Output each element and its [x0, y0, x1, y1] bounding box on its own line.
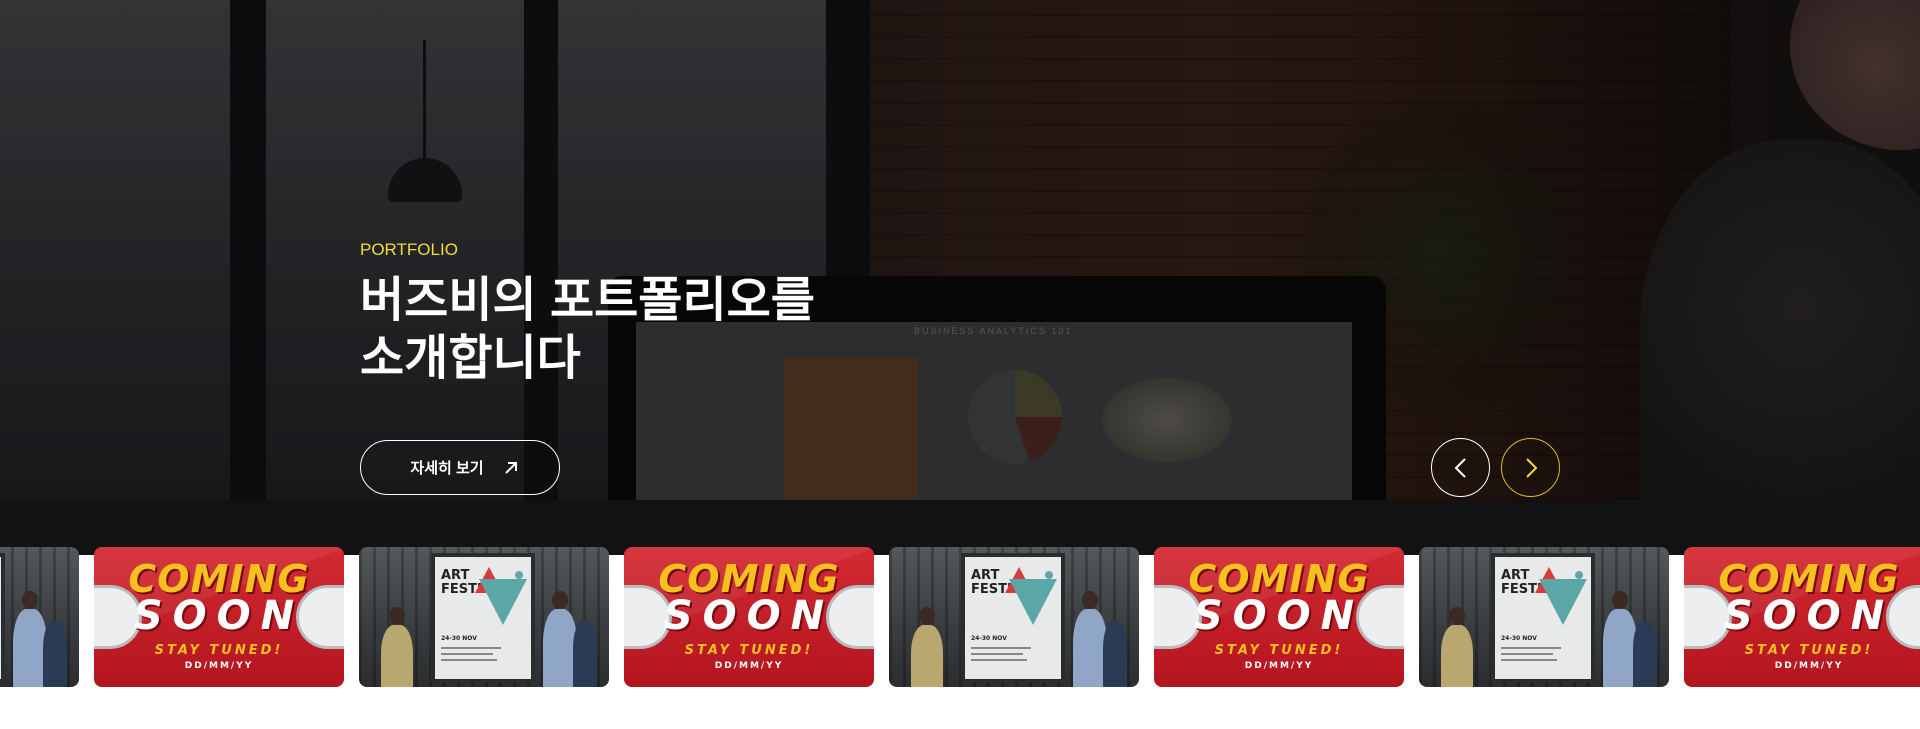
poster-teal-triangle	[1009, 579, 1057, 625]
poster-teal-triangle	[1539, 579, 1587, 625]
poster-dates: 24-30 NOV	[971, 635, 1007, 642]
coming-soon-line2: SOON	[1723, 593, 1895, 639]
person-head	[1082, 591, 1098, 609]
hero-headline-line2: 소개합니다	[360, 332, 581, 385]
poster-dot	[1575, 571, 1583, 579]
person-figure	[13, 609, 47, 687]
poster-text-line	[441, 659, 497, 661]
poster-text-line	[441, 653, 493, 655]
person-figure	[1633, 621, 1657, 687]
chevron-left-icon	[1454, 457, 1466, 478]
hero-overlay	[0, 0, 1920, 500]
person-head	[22, 591, 38, 609]
coming-soon-card[interactable]: COMING SOON STAY TUNED! DD/MM/YY	[94, 547, 344, 687]
portfolio-carousel: ARTFESTIVAL24-30 NOVCOMINGSOONSTAY TUNED…	[0, 547, 1920, 689]
coming-soon-card[interactable]: COMING SOON STAY TUNED! DD/MM/YY	[1684, 547, 1920, 687]
coming-soon-line2: SOON	[133, 593, 305, 639]
poster-dates: 24-30 NOV	[441, 635, 477, 642]
person-head	[552, 591, 568, 609]
person-head	[1612, 591, 1628, 609]
art-festival-card[interactable]: ARTFESTIVAL24-30 NOV	[0, 547, 79, 687]
coming-soon-card[interactable]: COMING SOON STAY TUNED! DD/MM/YY	[1154, 547, 1404, 687]
art-festival-poster: ARTFESTIVAL24-30 NOV	[1491, 553, 1595, 683]
art-festival-card[interactable]: ARTFESTIVAL24-30 NOV	[1419, 547, 1669, 687]
next-slide-button[interactable]	[1501, 438, 1560, 497]
poster-text-line	[971, 659, 1027, 661]
art-festival-card[interactable]: ARTFESTIVAL24-30 NOV	[889, 547, 1139, 687]
arrow-up-right-icon	[504, 461, 517, 474]
person-head	[919, 607, 935, 625]
hero-headline: 버즈비의 포트폴리오를 소개합니다	[360, 272, 960, 388]
coming-soon-line4: DD/MM/YY	[184, 661, 254, 671]
coming-soon-card[interactable]: COMING SOON STAY TUNED! DD/MM/YY	[624, 547, 874, 687]
poster-text-line	[1501, 653, 1553, 655]
person-figure	[43, 621, 67, 687]
coming-soon-line4: DD/MM/YY	[1774, 661, 1844, 671]
prev-slide-button[interactable]	[1431, 438, 1490, 497]
art-festival-poster: ARTFESTIVAL24-30 NOV	[0, 553, 5, 683]
poster-text-line	[971, 647, 1031, 649]
hero-banner: BUSINESS ANALYTICS 101 PORTFOLIO 버즈비의 포트…	[0, 0, 1920, 500]
hero-headline-line1: 버즈비의 포트폴리오를	[360, 274, 815, 327]
person-figure	[911, 625, 943, 687]
poster-text-line	[1501, 647, 1561, 649]
person-figure	[1073, 609, 1107, 687]
coming-soon-line3: STAY TUNED!	[684, 643, 814, 658]
art-festival-poster: ARTFESTIVAL24-30 NOV	[431, 553, 535, 683]
person-figure	[1603, 609, 1637, 687]
person-head	[389, 607, 405, 625]
person-figure	[381, 625, 413, 687]
art-festival-poster: ARTFESTIVAL24-30 NOV	[961, 553, 1065, 683]
person-figure	[573, 621, 597, 687]
person-figure	[543, 609, 577, 687]
more-button-label: 자세히 보기	[410, 460, 484, 477]
coming-soon-line2: SOON	[1193, 593, 1365, 639]
coming-soon-line3: STAY TUNED!	[154, 643, 284, 658]
poster-text-line	[971, 653, 1023, 655]
poster-dot	[1045, 571, 1053, 579]
coming-soon-line3: STAY TUNED!	[1214, 643, 1344, 658]
coming-soon-line4: DD/MM/YY	[1244, 661, 1314, 671]
person-figure	[1103, 621, 1127, 687]
coming-soon-line3: STAY TUNED!	[1744, 643, 1874, 658]
art-festival-card[interactable]: ARTFESTIVAL24-30 NOV	[359, 547, 609, 687]
chevron-right-icon	[1525, 457, 1537, 478]
person-head	[1449, 607, 1465, 625]
person-figure	[1441, 625, 1473, 687]
coming-soon-line2: SOON	[663, 593, 835, 639]
hero-eyebrow: PORTFOLIO	[360, 240, 458, 259]
poster-text-line	[1501, 659, 1557, 661]
poster-teal-triangle	[479, 579, 527, 625]
poster-dot	[515, 571, 523, 579]
poster-text-line	[441, 647, 501, 649]
poster-dates: 24-30 NOV	[1501, 635, 1537, 642]
coming-soon-line4: DD/MM/YY	[714, 661, 784, 671]
more-button[interactable]: 자세히 보기	[360, 440, 560, 495]
